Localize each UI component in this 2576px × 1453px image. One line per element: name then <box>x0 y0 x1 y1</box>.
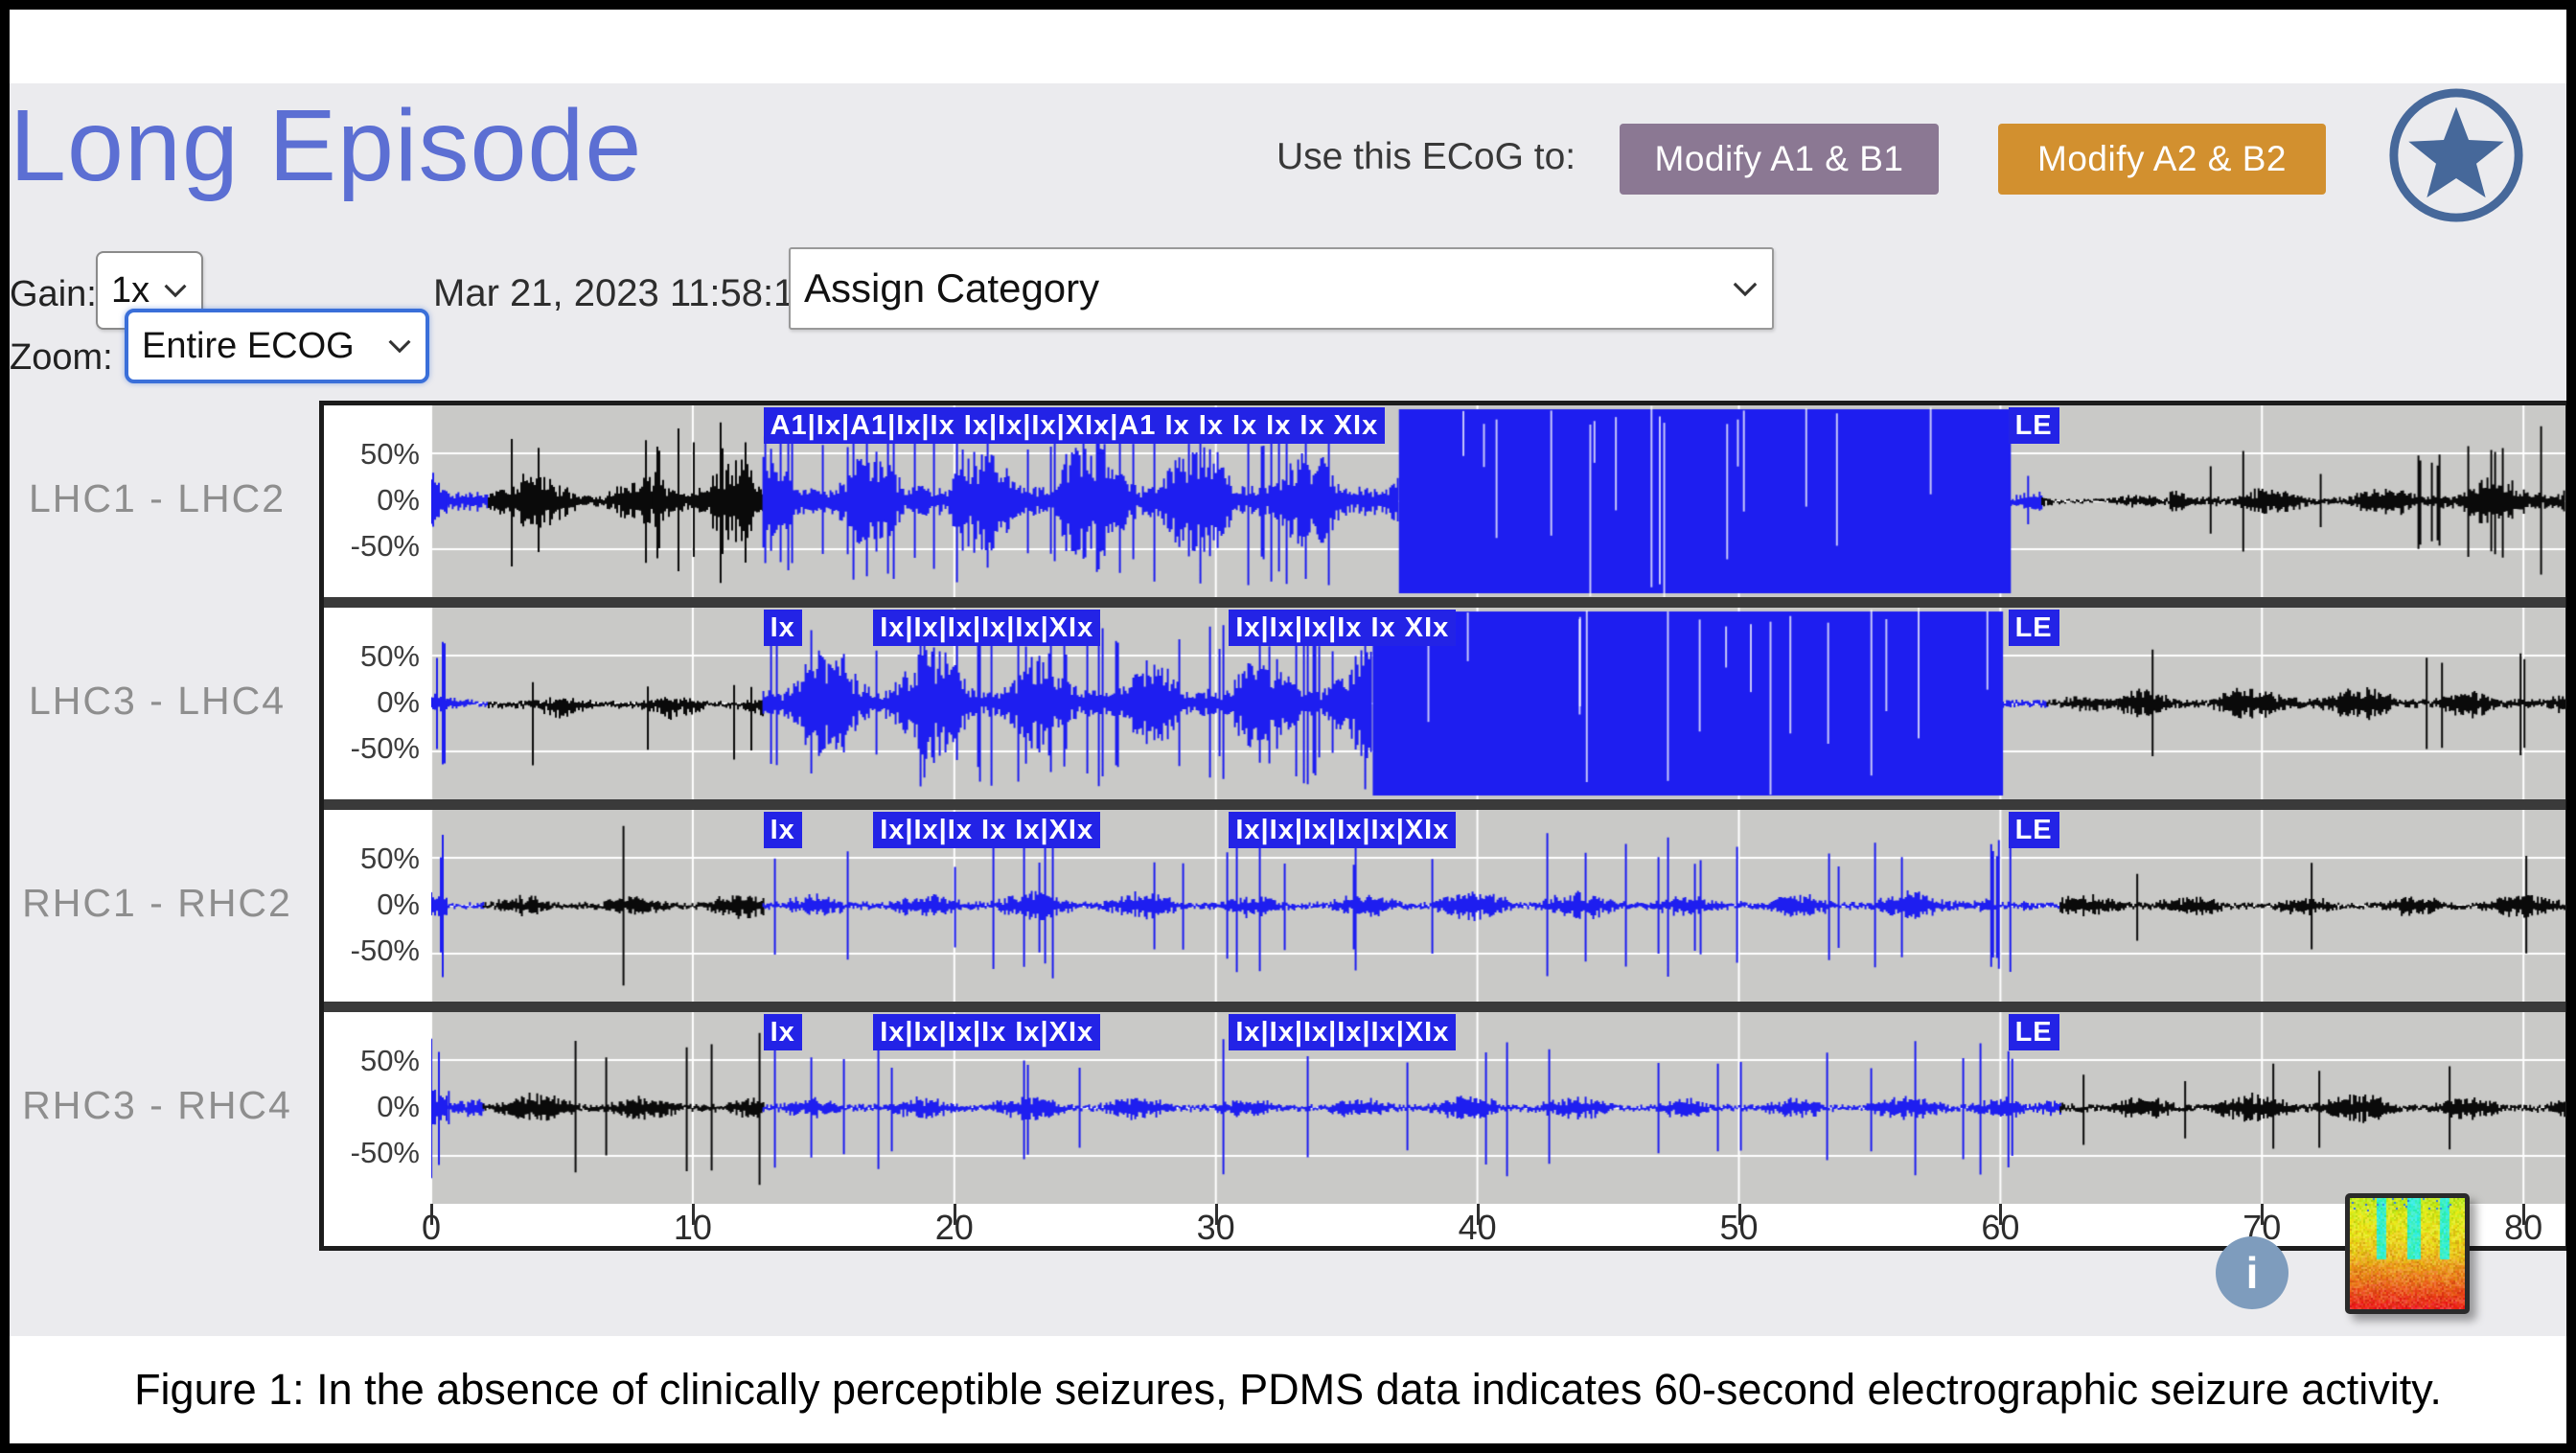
long-episode-marker-chip[interactable]: LE <box>2009 407 2059 444</box>
x-axis-tick-label: 80 <box>2480 1208 2566 1248</box>
y-axis-label: 0% <box>324 888 420 922</box>
modify-a1-b1-button[interactable]: Modify A1 & B1 <box>1620 124 1939 195</box>
long-episode-marker-chip[interactable]: LE <box>2009 1014 2059 1050</box>
x-axis-tick-label: 10 <box>650 1208 736 1248</box>
x-axis-tick-label: 0 <box>388 1208 474 1248</box>
zoom-value: Entire ECOG <box>142 326 355 367</box>
favorite-star-button[interactable] <box>2385 84 2527 226</box>
detection-annotation-chip[interactable]: Ix <box>764 1014 802 1050</box>
assign-category-value: Assign Category <box>804 265 1099 311</box>
detection-annotation-chip[interactable]: A1|Ix|A1|Ix|Ix Ix|Ix|Ix|XIx|A1 Ix Ix Ix … <box>764 407 1386 444</box>
figure-caption: Figure 1: In the absence of clinically p… <box>0 1336 2576 1443</box>
zoom-label: Zoom: <box>10 337 113 379</box>
detection-annotation-chip[interactable]: Ix <box>764 812 802 848</box>
detection-annotation-chip[interactable]: Ix|Ix|Ix|Ix|Ix|XIx <box>873 610 1100 646</box>
detection-annotation-chip[interactable]: Ix|Ix|Ix|Ix|Ix|XIx <box>1229 1014 1456 1050</box>
waveform-canvas <box>431 810 2565 1002</box>
episode-timestamp: Mar 21, 2023 11:58:10 <box>433 272 816 315</box>
gain-value: 1x <box>111 270 150 311</box>
detection-annotation-chip[interactable]: Ix|Ix|Ix|Ix Ix XIx <box>1229 610 1456 646</box>
spectrogram-image <box>2350 1198 2465 1309</box>
long-episode-marker-chip[interactable]: LE <box>2009 610 2059 646</box>
frame-border-left <box>0 0 10 1453</box>
x-axis-tick-label: 20 <box>911 1208 998 1248</box>
app-window: Long Episode Use this ECoG to: Modify A1… <box>0 0 2576 1453</box>
zoom-select[interactable]: Entire ECOG <box>125 309 429 383</box>
x-axis-band: 01020304050607080 <box>324 1204 2565 1246</box>
x-axis-tick-label: 50 <box>1696 1208 1782 1248</box>
top-white-strip <box>10 10 2566 83</box>
chevron-down-icon <box>163 283 188 298</box>
waveform-plot[interactable]: Ix Ix|Ix|Ix Ix Ix|XIx Ix|Ix|Ix|Ix|Ix|XIx LE <box>431 810 2565 1002</box>
y-axis-label: 0% <box>324 685 420 720</box>
modify-a1-b1-label: Modify A1 & B1 <box>1655 139 1904 179</box>
waveform-canvas <box>431 608 2565 799</box>
channel-panel: 50% 0% -50% Ix Ix|Ix|Ix|Ix|Ix|XIx Ix|Ix|Ix|Ix… <box>324 608 2565 799</box>
modify-a2-b2-label: Modify A2 & B2 <box>2037 139 2287 179</box>
gain-label: Gain: <box>10 274 97 315</box>
detection-annotation-chip[interactable]: Ix|Ix|Ix Ix Ix|XIx <box>873 812 1100 848</box>
y-axis-label: 50% <box>324 437 420 472</box>
frame-border-top <box>0 0 2576 10</box>
panel-separator <box>324 597 2565 608</box>
detection-annotation-chip[interactable]: Ix|Ix|Ix|Ix|Ix|XIx <box>1229 812 1456 848</box>
ecog-chart-container: 01020304050607080 50%0%-50%A1|Ix|A1|Ix|I… <box>319 401 2570 1251</box>
channel-label-lhc1-lhc2: LHC1 - LHC2 <box>17 476 297 521</box>
chevron-down-icon <box>1732 281 1759 297</box>
ecog-chart-area: 01020304050607080 50%0%-50%A1|Ix|A1|Ix|I… <box>0 401 2576 1263</box>
panel-separator <box>324 799 2565 810</box>
frame-border-bottom <box>0 1443 2576 1453</box>
y-axis-label: 50% <box>324 1044 420 1078</box>
y-axis-label: 50% <box>324 842 420 876</box>
x-axis-tick-label: 40 <box>1435 1208 1521 1248</box>
panel-separator <box>324 1002 2565 1012</box>
waveform-plot[interactable]: A1|Ix|A1|Ix|Ix Ix|Ix|Ix|XIx|A1 Ix Ix Ix … <box>431 405 2565 597</box>
channel-panel: 50% 0% -50% Ix Ix|Ix|Ix Ix Ix|XIx Ix|Ix|Ix|Ix… <box>324 810 2565 1002</box>
y-axis-label: -50% <box>324 529 420 564</box>
channel-label-rhc1-rhc2: RHC1 - RHC2 <box>17 881 297 926</box>
frame-border-right <box>2566 0 2576 1453</box>
waveform-plot[interactable]: Ix Ix|Ix|Ix|Ix|Ix|XIx Ix|Ix|Ix|Ix Ix XIx LE <box>431 608 2565 799</box>
page-title: Long Episode <box>10 88 642 204</box>
y-axis-label: -50% <box>324 934 420 968</box>
channel-panel: 50% 0% -50% Ix Ix|Ix|Ix|Ix Ix|XIx Ix|Ix|Ix|Ix… <box>324 1012 2565 1204</box>
use-this-ecog-label: Use this ECoG to: <box>1276 136 1576 178</box>
x-axis-tick-label: 60 <box>1957 1208 2043 1248</box>
waveform-plot[interactable]: Ix Ix|Ix|Ix|Ix Ix|XIx Ix|Ix|Ix|Ix|Ix|XIx LE <box>431 1012 2565 1204</box>
y-axis-label: 0% <box>324 483 420 518</box>
y-axis-label: -50% <box>324 731 420 766</box>
channel-panel: 50% 0% -50% A1|Ix|A1|Ix|Ix Ix|Ix|Ix|XIx|A1 … <box>324 405 2565 597</box>
x-axis-tick-label: 30 <box>1173 1208 1259 1248</box>
star-in-circle-icon <box>2385 84 2527 226</box>
spectrogram-thumbnail[interactable] <box>2345 1193 2470 1314</box>
channel-label-rhc3-rhc4: RHC3 - RHC4 <box>17 1083 297 1128</box>
info-icon[interactable]: i <box>2216 1236 2288 1309</box>
y-axis-label: 0% <box>324 1090 420 1124</box>
detection-annotation-chip[interactable]: Ix <box>764 610 802 646</box>
y-axis-label: 50% <box>324 639 420 674</box>
long-episode-marker-chip[interactable]: LE <box>2009 812 2059 848</box>
modify-a2-b2-button[interactable]: Modify A2 & B2 <box>1998 124 2326 195</box>
assign-category-select[interactable]: Assign Category <box>789 247 1774 330</box>
channel-label-lhc3-lhc4: LHC3 - LHC4 <box>17 679 297 724</box>
detection-annotation-chip[interactable]: Ix|Ix|Ix|Ix Ix|XIx <box>873 1014 1100 1050</box>
info-icon-glyph: i <box>2246 1247 2259 1299</box>
chevron-down-icon <box>387 338 412 354</box>
waveform-canvas <box>431 405 2565 597</box>
waveform-canvas <box>431 1012 2565 1204</box>
y-axis-label: -50% <box>324 1136 420 1170</box>
